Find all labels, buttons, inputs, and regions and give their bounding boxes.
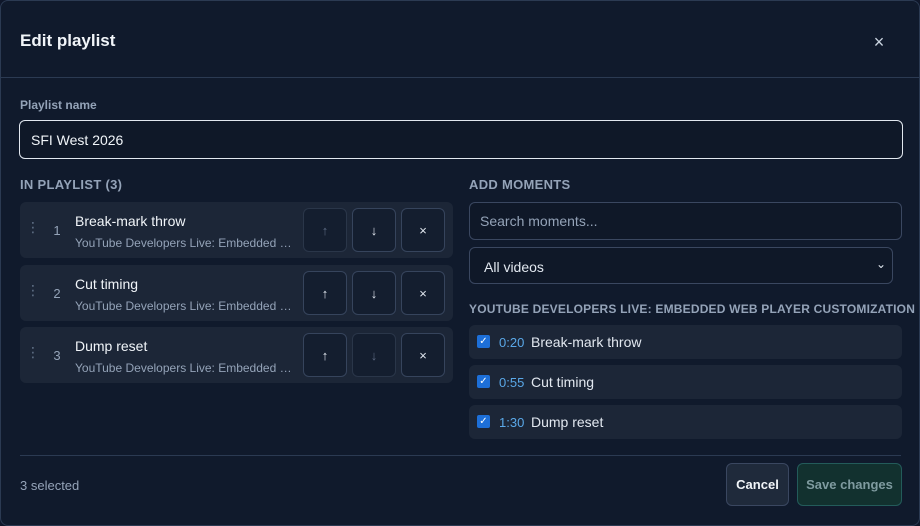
moment-time: 0:20 xyxy=(499,335,525,350)
add-moments-heading: ADD MOMENTS xyxy=(469,177,571,192)
save-changes-button[interactable]: Save changes xyxy=(797,463,902,506)
item-index: 3 xyxy=(53,348,61,363)
move-down-button[interactable]: ↓ xyxy=(352,271,396,315)
arrow-up-icon: ↑ xyxy=(321,222,329,238)
item-source: YouTube Developers Live: Embedded Web Pl… xyxy=(75,361,297,375)
drag-handle-icon[interactable]: ⋮ xyxy=(26,219,40,236)
remove-button[interactable]: × xyxy=(401,208,445,252)
remove-icon: × xyxy=(419,285,427,301)
moment-time: 0:55 xyxy=(499,375,525,390)
moment-item[interactable]: ✓ 0:20 Break-mark throw xyxy=(469,325,902,359)
edit-playlist-dialog: Edit playlist × Playlist name IN PLAYLIS… xyxy=(0,0,920,526)
chevron-down-icon: ⌄ xyxy=(875,257,886,271)
item-index: 2 xyxy=(53,286,61,301)
search-moments-input[interactable] xyxy=(469,202,902,240)
footer-divider xyxy=(20,455,901,456)
move-down-button[interactable]: ↓ xyxy=(352,208,396,252)
video-filter-select[interactable]: All videos ⌄ xyxy=(469,247,893,284)
video-group-title: YOUTUBE DEVELOPERS LIVE: EMBEDDED WEB PL… xyxy=(469,302,916,316)
move-up-button[interactable]: ↑ xyxy=(303,333,347,377)
drag-handle-icon[interactable]: ⋮ xyxy=(26,344,40,361)
item-index: 1 xyxy=(53,223,61,238)
arrow-up-icon: ↑ xyxy=(321,285,329,301)
selected-count: 3 selected xyxy=(20,478,80,493)
moment-title: Dump reset xyxy=(531,414,604,430)
moment-time: 1:30 xyxy=(499,415,525,430)
video-filter-value: All videos xyxy=(484,259,544,275)
item-source: YouTube Developers Live: Embedded Web Pl… xyxy=(75,236,297,250)
item-title: Dump reset xyxy=(75,338,148,354)
item-title: Break-mark throw xyxy=(75,213,186,229)
move-up-button[interactable]: ↑ xyxy=(303,208,347,252)
remove-button[interactable]: × xyxy=(401,271,445,315)
remove-button[interactable]: × xyxy=(401,333,445,377)
checkmark-icon: ✓ xyxy=(479,416,488,427)
item-title: Cut timing xyxy=(75,276,139,292)
playlist-item[interactable]: ⋮ 1 Break-mark throw YouTube Developers … xyxy=(20,202,453,258)
checkbox[interactable]: ✓ xyxy=(477,415,490,428)
checkbox[interactable]: ✓ xyxy=(477,375,490,388)
cancel-button[interactable]: Cancel xyxy=(726,463,789,506)
playlist-item[interactable]: ⋮ 2 Cut timing YouTube Developers Live: … xyxy=(20,265,453,321)
in-playlist-heading: IN PLAYLIST (3) xyxy=(20,177,123,192)
remove-icon: × xyxy=(419,222,427,238)
checkmark-icon: ✓ xyxy=(479,336,488,347)
item-source: YouTube Developers Live: Embedded Web Pl… xyxy=(75,299,297,313)
moment-item[interactable]: ✓ 1:30 Dump reset xyxy=(469,405,902,439)
checkmark-icon: ✓ xyxy=(479,376,488,387)
checkbox[interactable]: ✓ xyxy=(477,335,490,348)
close-icon[interactable]: × xyxy=(869,31,889,53)
dialog-title: Edit playlist xyxy=(20,31,116,50)
remove-icon: × xyxy=(419,347,427,363)
arrow-down-icon: ↓ xyxy=(370,285,378,301)
moment-item[interactable]: ✓ 0:55 Cut timing xyxy=(469,365,902,399)
playlist-item[interactable]: ⋮ 3 Dump reset YouTube Developers Live: … xyxy=(20,327,453,383)
moment-title: Cut timing xyxy=(531,374,595,390)
moment-title: Break-mark throw xyxy=(531,334,642,350)
arrow-up-icon: ↑ xyxy=(321,347,329,363)
playlist-name-input[interactable] xyxy=(19,120,903,159)
dialog-header: Edit playlist × xyxy=(1,1,919,78)
arrow-down-icon: ↓ xyxy=(370,347,378,363)
arrow-down-icon: ↓ xyxy=(370,222,378,238)
drag-handle-icon[interactable]: ⋮ xyxy=(26,282,40,299)
playlist-name-label: Playlist name xyxy=(20,98,97,112)
move-down-button[interactable]: ↓ xyxy=(352,333,396,377)
move-up-button[interactable]: ↑ xyxy=(303,271,347,315)
